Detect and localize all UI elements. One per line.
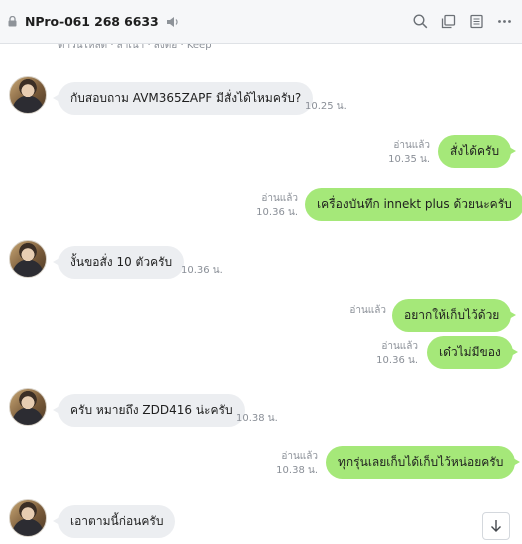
message-bubble-incoming[interactable]: เอาตามนี้ก่อนครับ [52,505,176,538]
avatar[interactable] [9,388,47,426]
message-bubble-incoming[interactable]: กับสอบถาม AVM365ZAPF มีสั่งได้ไหมครับ? [52,82,314,115]
more-icon[interactable] [496,14,512,30]
message-bubble-outgoing[interactable]: ทุกรุ่นเลยเก็บได้เก็บไว้หน่อยครับ [326,446,521,479]
message-time: 10.36 น. [376,355,418,366]
copy-icon[interactable] [440,14,456,30]
avatar[interactable] [9,240,47,278]
message-time: 10.36 น. [256,207,298,218]
avatar[interactable] [9,76,47,114]
message-time: 10.38 น. [276,465,318,476]
message-time: 10.38 น. [236,413,278,424]
header-actions [412,14,514,30]
notes-icon[interactable] [468,14,484,30]
scroll-to-bottom-button[interactable] [482,512,510,540]
chat-area[interactable]: ดาวน์โหลด · สำเนา · ส่งต่อ · Keep กับสอบ… [0,44,522,544]
previous-message-actions[interactable]: ดาวน์โหลด · สำเนา · ส่งต่อ · Keep [58,44,212,53]
message-time: 10.36 น. [181,265,223,276]
message-bubble-incoming[interactable]: งั้นขอสั่ง 10 ตัวครับ [52,246,185,279]
chat-header: NPro-061 268 6633 [0,0,522,44]
lock-icon [8,16,18,28]
message-bubble-incoming[interactable]: ครับ หมายถึง ZDD416 น่ะครับ [53,394,245,427]
message-bubble-outgoing[interactable]: เด๋วไม่มีของ [427,336,518,369]
read-receipt: อ่านแล้ว [281,451,318,462]
read-receipt: อ่านแล้ว [261,193,298,204]
message-time: 10.25 น. [305,101,347,112]
search-icon[interactable] [412,14,428,30]
chat-title: NPro-061 268 6633 [25,14,159,29]
read-receipt: อ่านแล้ว [381,341,418,352]
read-receipt: อ่านแล้ว [393,140,430,151]
message-bubble-outgoing[interactable]: สั่งได้ครับ [438,135,517,168]
message-bubble-outgoing[interactable]: เครื่องบันทึก innekt plus ด้วยนะครับ [305,188,522,221]
arrow-down-icon [490,517,502,536]
message-time: 10.35 น. [388,154,430,165]
message-bubble-outgoing[interactable]: อยากให้เก็บไว้ด้วย [392,299,517,332]
read-receipt: อ่านแล้ว [349,305,386,316]
speaker-icon[interactable] [166,15,180,29]
avatar[interactable] [9,499,47,537]
